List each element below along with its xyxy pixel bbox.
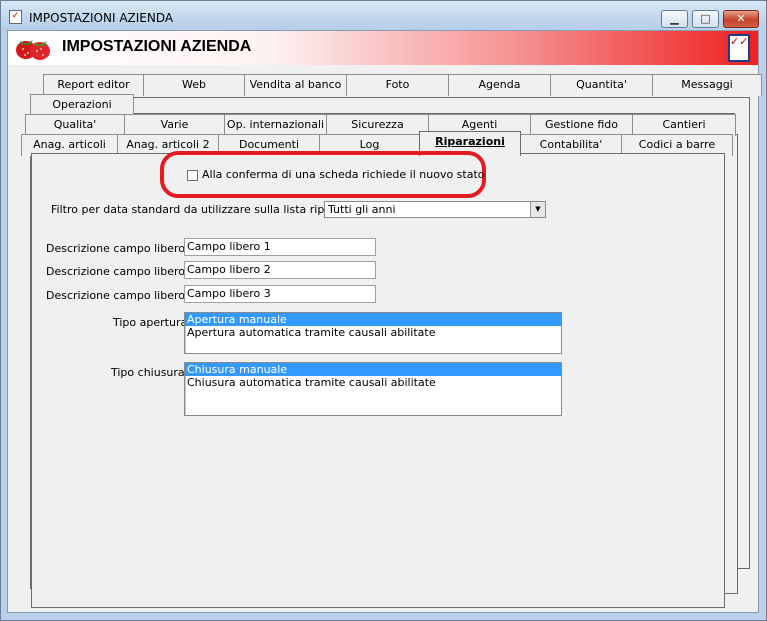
date-filter-value: Tutti gli anni	[328, 203, 396, 216]
tab-messaggi[interactable]: Messaggi	[652, 74, 762, 96]
app-icon: ✓	[9, 10, 22, 24]
header-banner: IMPOSTAZIONI AZIENDA ✓✓	[8, 31, 758, 65]
tab-quantita[interactable]: Quantita'	[550, 74, 653, 96]
free-field-3-input[interactable]: Campo libero 3	[184, 285, 376, 303]
opening-type-listbox[interactable]: Apertura manuale Apertura automatica tra…	[184, 312, 562, 354]
title-bar[interactable]: ✓ IMPOSTAZIONI AZIENDA ▁ □ ✕	[1, 1, 766, 31]
free-field-1-label: Descrizione campo libero 1 :	[46, 242, 203, 255]
strawberry-icon	[16, 40, 50, 60]
new-state-checkbox-label[interactable]: Alla conferma di una scheda richiede il …	[202, 168, 485, 181]
window-title: IMPOSTAZIONI AZIENDA	[29, 11, 174, 25]
tab-operazioni[interactable]: Operazioni	[30, 94, 134, 116]
tab-cantieri[interactable]: Cantieri	[632, 114, 736, 136]
opening-type-label: Tipo apertura :	[113, 316, 195, 329]
maximize-button[interactable]: □	[692, 10, 719, 28]
free-field-1-input[interactable]: Campo libero 1	[184, 238, 376, 256]
tab-foto[interactable]: Foto	[346, 74, 449, 96]
new-state-checkbox[interactable]	[187, 170, 198, 181]
list-item[interactable]: Chiusura automatica tramite causali abil…	[185, 376, 561, 389]
tab-vendita-al-banco[interactable]: Vendita al banco	[244, 74, 347, 96]
tab-qualita[interactable]: Qualita'	[25, 114, 125, 136]
free-field-3-label: Descrizione campo libero 3 :	[46, 289, 203, 302]
list-item[interactable]: Apertura automatica tramite causali abil…	[185, 326, 561, 339]
free-field-2-input[interactable]: Campo libero 2	[184, 261, 376, 279]
checklist-icon: ✓✓	[728, 34, 750, 62]
closing-type-listbox[interactable]: Chiusura manuale Chiusura automatica tra…	[184, 362, 562, 416]
tab-agenda[interactable]: Agenda	[448, 74, 551, 96]
close-button[interactable]: ✕	[723, 10, 759, 28]
list-item[interactable]: Apertura manuale	[185, 313, 561, 326]
tab-sicurezza[interactable]: Sicurezza	[326, 114, 429, 136]
minimize-button[interactable]: ▁	[661, 10, 688, 28]
tab-web[interactable]: Web	[143, 74, 245, 96]
banner-title: IMPOSTAZIONI AZIENDA	[62, 38, 252, 55]
tab-gestione-fido[interactable]: Gestione fido	[530, 114, 633, 136]
free-field-2-label: Descrizione campo libero 2 :	[46, 265, 203, 278]
date-filter-select[interactable]: Tutti gli anni ▼	[324, 201, 546, 218]
tab-op-internazionali[interactable]: Op. internazionali	[224, 114, 327, 136]
tab-report-editor[interactable]: Report editor	[43, 74, 144, 96]
tab-varie[interactable]: Varie	[124, 114, 225, 136]
dropdown-arrow-icon[interactable]: ▼	[530, 202, 545, 217]
closing-type-label: Tipo chiusura :	[111, 366, 192, 379]
list-item[interactable]: Chiusura manuale	[185, 363, 561, 376]
